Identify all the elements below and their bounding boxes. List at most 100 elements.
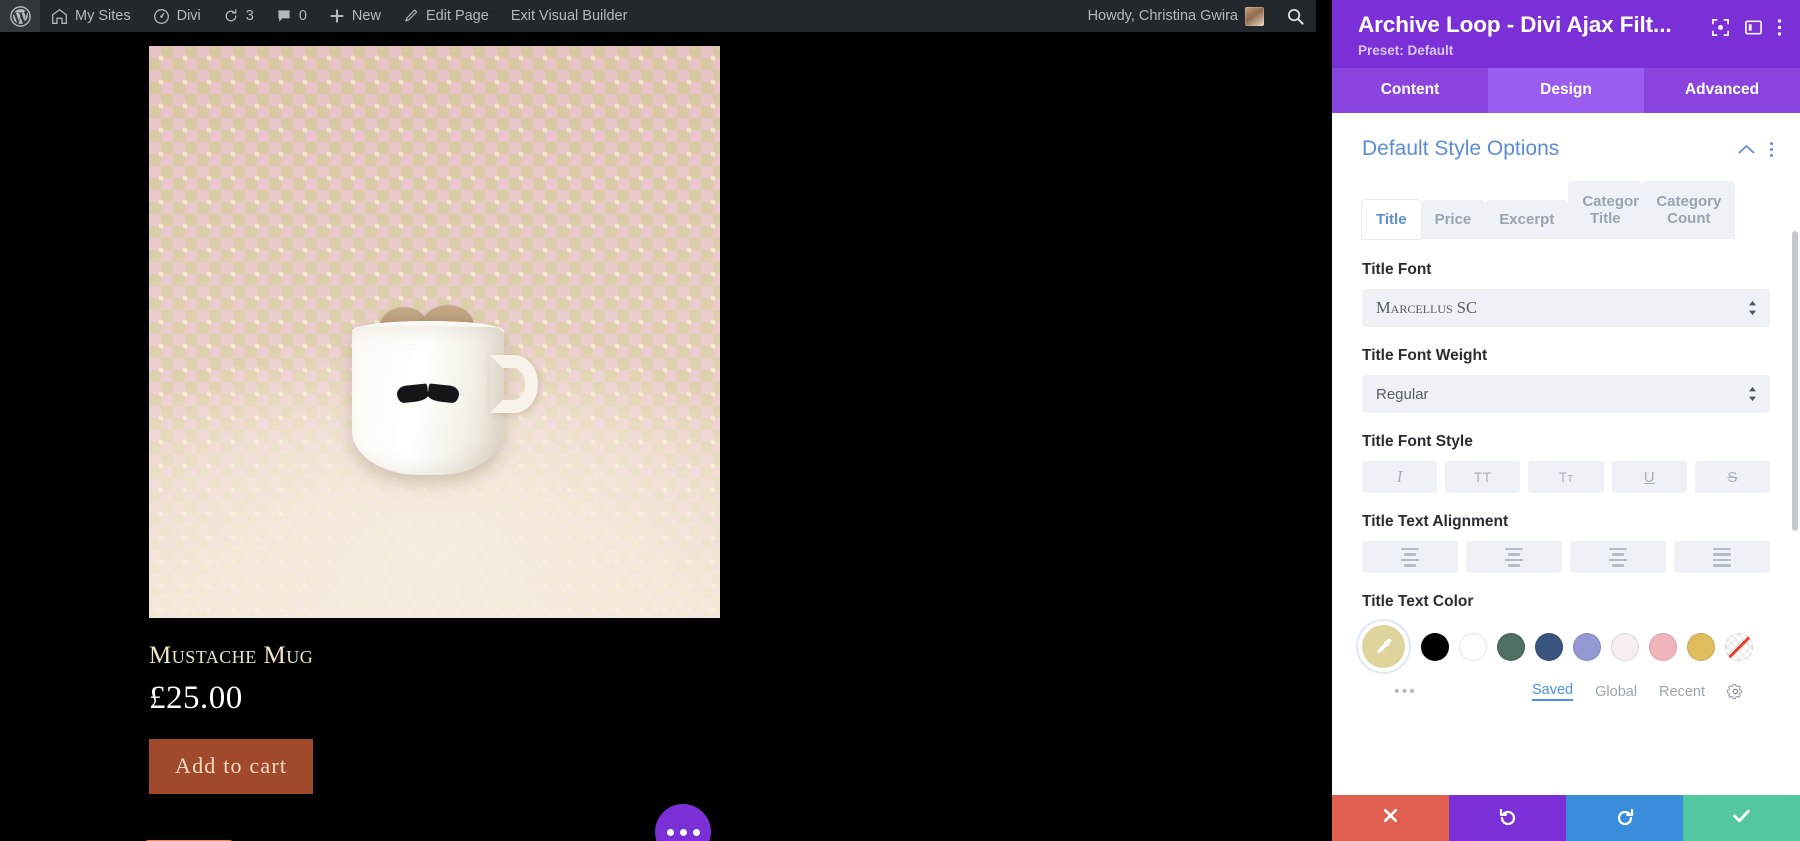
- subtab-category-title[interactable]: Categor Title: [1568, 181, 1643, 239]
- swatch-gold[interactable]: [1687, 632, 1715, 661]
- swatch-periwinkle[interactable]: [1573, 632, 1601, 661]
- admin-bar-comments-count: 0: [298, 8, 307, 24]
- swatch-black[interactable]: [1421, 632, 1449, 661]
- vertical-dots-icon[interactable]: [1777, 18, 1782, 37]
- product-price: £25.00: [149, 680, 243, 716]
- admin-bar-exit-visual-builder[interactable]: Exit Visual Builder: [500, 0, 639, 32]
- updates-icon: [223, 8, 239, 24]
- subtab-price[interactable]: Price: [1420, 200, 1486, 239]
- panel-scrollbar[interactable]: [1792, 113, 1798, 795]
- swatch-pink[interactable]: [1649, 632, 1677, 661]
- section-vertical-dots-icon[interactable]: [1769, 141, 1774, 158]
- admin-bar-wordpress-logo[interactable]: [0, 0, 40, 32]
- tab-content[interactable]: Content: [1332, 68, 1488, 113]
- gear-icon[interactable]: [1726, 683, 1744, 700]
- mug-handle: [489, 355, 538, 414]
- wordpress-logo-icon: [10, 5, 31, 27]
- pencil-icon: [403, 8, 419, 24]
- panel-layout-icon[interactable]: [1744, 18, 1763, 37]
- save-button[interactable]: [1683, 795, 1800, 841]
- admin-bar-edit-page-label: Edit Page: [425, 8, 489, 24]
- italic-icon[interactable]: I: [1362, 461, 1438, 493]
- align-center-glyph: [1505, 547, 1523, 567]
- panel-preset-selector[interactable]: Preset: Default: [1358, 43, 1711, 58]
- chevron-up-icon[interactable]: [1738, 144, 1755, 155]
- align-justify-glyph: [1713, 547, 1731, 567]
- swatch-green[interactable]: [1497, 632, 1525, 661]
- subtab-category-count[interactable]: Category Count: [1642, 181, 1736, 239]
- color-tab-saved[interactable]: Saved: [1532, 682, 1574, 701]
- color-palette-footer: ••• Saved Global Recent: [1362, 668, 1770, 701]
- panel-body: Default Style Options Title Price Excerp…: [1332, 113, 1800, 795]
- panel-scrollbar-thumb[interactable]: [1792, 231, 1798, 531]
- title-font-value: Marcellus SC: [1376, 298, 1477, 317]
- ellipsis-icon[interactable]: •••: [1394, 683, 1510, 701]
- title-font-weight-value: Regular: [1376, 385, 1429, 403]
- admin-bar-divi-label: Divi: [176, 8, 201, 24]
- panel-header: Archive Loop - Divi Ajax Filt... Preset:…: [1332, 0, 1800, 68]
- section-default-style-options[interactable]: Default Style Options: [1332, 113, 1800, 181]
- strikethrough-icon[interactable]: S: [1694, 461, 1771, 493]
- swatch-navy[interactable]: [1535, 632, 1563, 661]
- small-caps-icon[interactable]: TT: [1528, 461, 1604, 493]
- panel-header-actions: [1711, 12, 1782, 37]
- swatch-white[interactable]: [1459, 632, 1487, 661]
- search-icon: [1286, 7, 1305, 26]
- product-title[interactable]: Mustache Mug: [149, 642, 720, 670]
- title-font-label: Title Font: [1362, 261, 1432, 278]
- align-center-icon[interactable]: [1466, 541, 1562, 573]
- redo-button[interactable]: [1566, 795, 1683, 841]
- admin-bar-updates-count: 3: [245, 8, 254, 24]
- admin-bar-divi[interactable]: Divi: [142, 0, 212, 32]
- swatch-none[interactable]: [1725, 632, 1753, 661]
- admin-bar-howdy-label: Howdy, Christina Gwira: [1087, 8, 1238, 24]
- visual-builder-canvas: Mustache Mug £25.00 Add to cart Sale!: [0, 32, 1316, 841]
- add-to-cart-button[interactable]: Add to cart: [149, 739, 314, 794]
- my-sites-icon: [51, 8, 68, 25]
- tab-design[interactable]: Design: [1488, 68, 1644, 113]
- subtab-title[interactable]: Title: [1362, 200, 1421, 239]
- redo-icon: [1615, 806, 1635, 831]
- eyedropper-icon[interactable]: [1362, 625, 1405, 668]
- mustache-graphic: [395, 383, 460, 405]
- admin-bar-my-account[interactable]: Howdy, Christina Gwira: [1077, 0, 1275, 32]
- color-tab-recent[interactable]: Recent: [1659, 684, 1705, 700]
- title-font-weight-select[interactable]: Regular: [1362, 375, 1770, 413]
- subtab-excerpt[interactable]: Excerpt: [1485, 200, 1569, 239]
- admin-bar-new-label: New: [351, 8, 381, 24]
- module-settings-fab[interactable]: [655, 804, 711, 841]
- align-left-glyph: [1401, 547, 1419, 567]
- admin-bar-edit-page[interactable]: Edit Page: [392, 0, 500, 32]
- field-title-text-alignment: Title Text Alignment: [1362, 513, 1770, 573]
- swatch-offwhite[interactable]: [1611, 632, 1639, 661]
- title-font-select[interactable]: Marcellus SC: [1362, 289, 1770, 327]
- select-spinner-icon: [1748, 300, 1757, 316]
- wp-admin-bar: My Sites Divi 3 0 New Edit Page Exit Vis…: [0, 0, 1316, 32]
- product-image[interactable]: [149, 46, 720, 618]
- discard-button[interactable]: [1332, 795, 1449, 841]
- uppercase-icon[interactable]: TT: [1445, 461, 1521, 493]
- admin-bar-updates[interactable]: 3: [212, 0, 265, 32]
- align-justify-icon[interactable]: [1674, 541, 1770, 573]
- align-left-icon[interactable]: [1362, 541, 1458, 573]
- panel-tabs: Content Design Advanced: [1332, 68, 1800, 113]
- more-options-icon-dot-1: [666, 828, 674, 836]
- admin-bar-my-sites[interactable]: My Sites: [40, 0, 142, 32]
- color-tab-global[interactable]: Global: [1595, 684, 1637, 700]
- design-fields: Title Font Marcellus SC Title Font Weigh…: [1332, 239, 1800, 701]
- undo-button[interactable]: [1449, 795, 1566, 841]
- underline-glyph: U: [1643, 468, 1655, 486]
- focus-frame-icon[interactable]: [1711, 18, 1730, 37]
- underline-icon[interactable]: U: [1611, 461, 1687, 493]
- strikethrough-glyph: S: [1727, 468, 1738, 486]
- tab-advanced[interactable]: Advanced: [1644, 68, 1800, 113]
- italic-glyph: I: [1396, 467, 1403, 486]
- align-right-icon[interactable]: [1570, 541, 1666, 573]
- field-title-text-color: Title Text Color ••• Saved Global Recent: [1362, 593, 1770, 701]
- admin-bar-exit-visual-builder-label: Exit Visual Builder: [510, 8, 628, 24]
- admin-bar-comments[interactable]: 0: [265, 0, 318, 32]
- subtab-category-title-line2: Title: [1590, 210, 1621, 227]
- title-text-color-swatches: [1362, 621, 1770, 668]
- admin-bar-new[interactable]: New: [318, 0, 392, 32]
- admin-bar-search[interactable]: [1275, 0, 1316, 32]
